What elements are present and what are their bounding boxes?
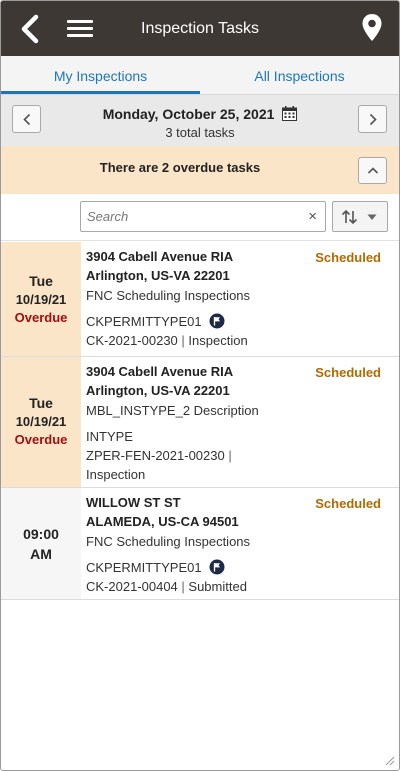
record-type: Submitted: [188, 579, 247, 594]
page-title: Inspection Tasks: [141, 20, 259, 37]
task-reference: CK-2021-00230 | Inspection: [86, 331, 391, 350]
permit-type-text: CKPERMITTYPE01: [86, 314, 202, 329]
task-permit-type: CKPERMITTYPE01: [86, 558, 391, 577]
task-date: 10/19/21: [15, 292, 67, 307]
overdue-banner: There are 2 overdue tasks: [1, 146, 399, 194]
status-badge: Scheduled: [315, 496, 381, 511]
sort-button[interactable]: [332, 201, 388, 232]
calendar-icon[interactable]: [282, 106, 298, 121]
task-item[interactable]: 09:00 AM Scheduled WILLOW ST ST ALAMEDA,…: [1, 488, 399, 600]
task-count: 3 total tasks: [165, 125, 235, 140]
task-day: Tue: [29, 273, 53, 289]
task-date-cell: Tue 10/19/21 Overdue: [1, 242, 81, 356]
overdue-label: Overdue: [14, 432, 68, 447]
task-day: Tue: [29, 395, 53, 411]
map-pin-icon: [362, 14, 382, 41]
search-toolbar: ×: [1, 194, 399, 241]
task-item[interactable]: Tue 10/19/21 Overdue Scheduled 3904 Cabe…: [1, 357, 399, 488]
search-box: ×: [80, 201, 326, 232]
overdue-label: Overdue: [14, 310, 68, 325]
record-id: CK-2021-00230: [86, 333, 178, 348]
task-description: MBL_INSTYPE_2 Description: [86, 403, 259, 418]
task-date: 10/19/21: [15, 414, 67, 429]
task-reference: CK-2021-00404 | Submitted: [86, 577, 391, 596]
status-badge: Scheduled: [315, 250, 381, 265]
flag-icon: [209, 559, 225, 575]
separator: |: [177, 333, 189, 348]
flag-icon: [209, 313, 225, 329]
record-id: ZPER-FEN-2021-00230: [86, 448, 225, 463]
permit-type-text: CKPERMITTYPE01: [86, 560, 202, 575]
task-date-cell: Tue 10/19/21 Overdue: [1, 357, 81, 487]
task-item[interactable]: Tue 10/19/21 Overdue Scheduled 3904 Cabe…: [1, 242, 399, 357]
task-list: Tue 10/19/21 Overdue Scheduled 3904 Cabe…: [1, 242, 399, 600]
task-address-line2: ALAMEDA, US-CA 94501: [86, 514, 239, 529]
task-permit-type: INTYPE: [86, 427, 391, 446]
task-reference: ZPER-FEN-2021-00230 | Inspection: [86, 446, 391, 484]
app-frame: Inspection Tasks My Inspections All Insp…: [0, 0, 400, 771]
status-badge: Scheduled: [315, 365, 381, 380]
clear-search-icon[interactable]: ×: [308, 209, 317, 224]
permit-type-text: INTYPE: [86, 429, 133, 444]
resize-handle-icon[interactable]: [383, 754, 395, 766]
date-navigator: Monday, October 25, 2021 3 total tasks: [1, 94, 399, 146]
selected-date-text: Monday, October 25, 2021: [102, 106, 275, 122]
task-address-line2: Arlington, US-VA 22201: [86, 383, 230, 398]
task-address-line2: Arlington, US-VA 22201: [86, 268, 230, 283]
overdue-message: There are 2 overdue tasks: [99, 160, 261, 175]
record-id: CK-2021-00404: [86, 579, 178, 594]
location-button[interactable]: [361, 13, 383, 43]
task-description: FNC Scheduling Inspections: [86, 288, 251, 303]
task-time-cell: 09:00 AM: [1, 488, 81, 599]
tab-my-inspections[interactable]: My Inspections: [1, 56, 200, 94]
task-permit-type: CKPERMITTYPE01: [86, 312, 391, 331]
next-day-button[interactable]: [358, 105, 387, 133]
task-time-period: AM: [30, 546, 52, 562]
app-header: Inspection Tasks: [1, 1, 399, 56]
tab-all-inspections[interactable]: All Inspections: [200, 56, 399, 94]
selected-date[interactable]: Monday, October 25, 2021: [1, 106, 399, 122]
collapse-overdue-button[interactable]: [358, 157, 387, 184]
chevron-right-icon: [369, 113, 377, 126]
task-description: FNC Scheduling Inspections: [86, 534, 251, 549]
search-input[interactable]: [81, 202, 301, 231]
view-tabs: My Inspections All Inspections: [1, 56, 399, 94]
record-type: Inspection: [86, 467, 146, 482]
separator: |: [224, 448, 232, 463]
separator: |: [177, 579, 189, 594]
task-time: 09:00: [23, 526, 59, 542]
record-type: Inspection: [188, 333, 248, 348]
sort-arrows-icon: [341, 209, 358, 225]
caret-down-icon: [367, 214, 377, 220]
chevron-up-icon: [367, 167, 379, 174]
